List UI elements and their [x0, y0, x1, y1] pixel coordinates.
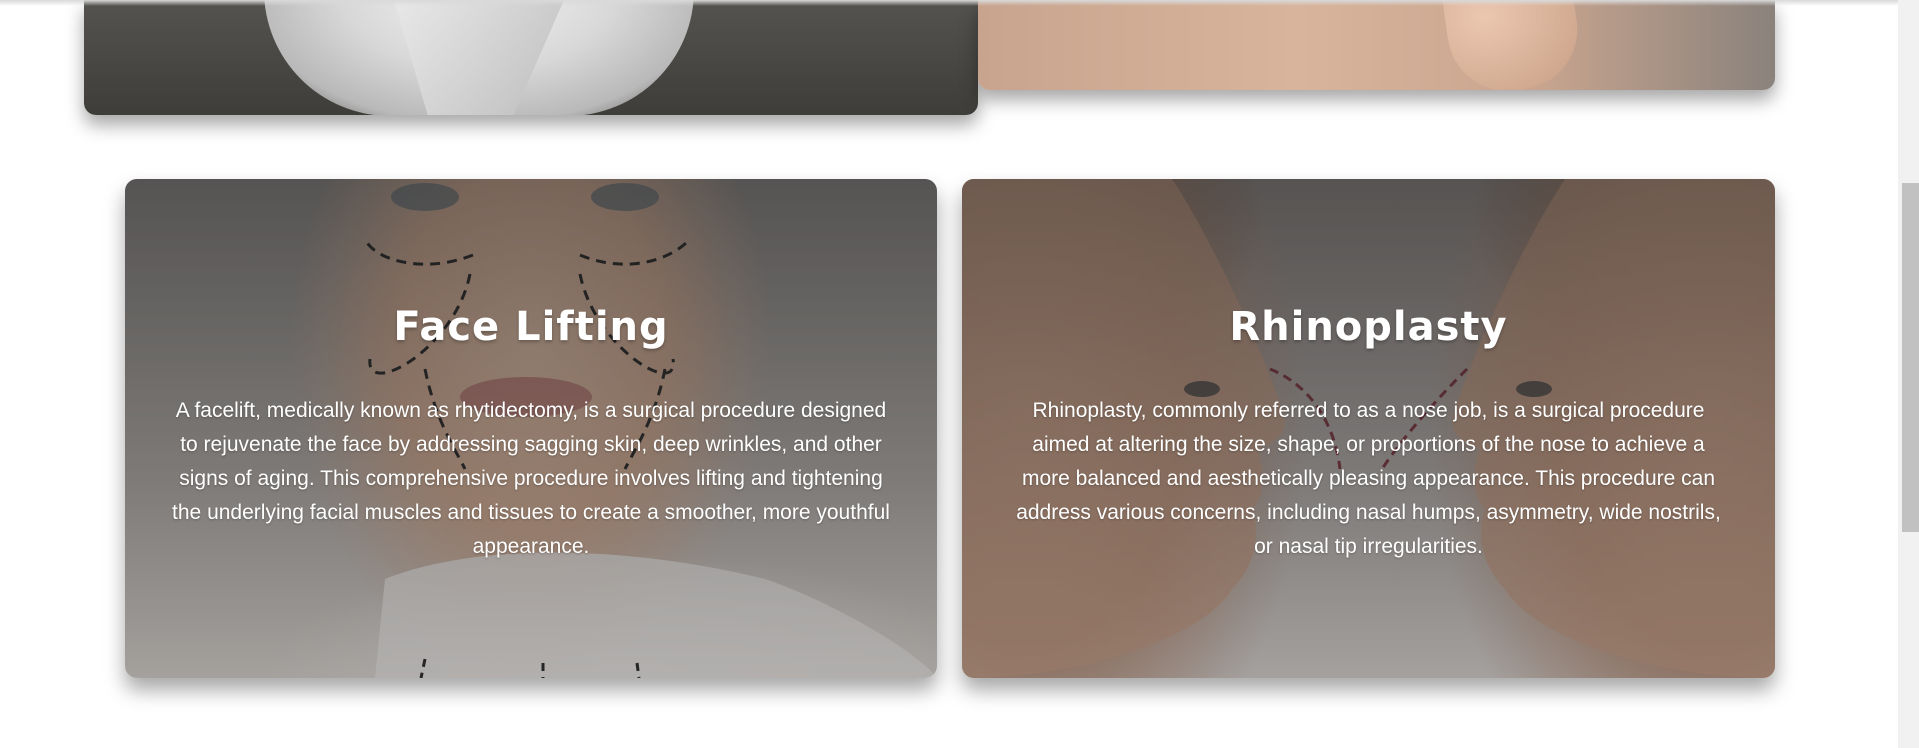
card-title: Face Lifting: [393, 304, 669, 350]
procedure-card-previous-left[interactable]: [84, 0, 978, 115]
card-content: Rhinoplasty Rhinoplasty, commonly referr…: [962, 304, 1775, 564]
card-content: Face Lifting A facelift, medically known…: [125, 304, 937, 564]
procedure-card-previous-right[interactable]: [978, 0, 1775, 90]
card-description: Rhinoplasty, commonly referred to as a n…: [1016, 399, 1721, 558]
procedure-card-face-lifting[interactable]: Face Lifting A facelift, medically known…: [125, 179, 937, 678]
header-shadow: [0, 0, 1898, 6]
hand-image: [1440, 0, 1586, 90]
card-title: Rhinoplasty: [1229, 304, 1508, 350]
card-description: A facelift, medically known as rhytidect…: [172, 399, 890, 558]
scrollbar-thumb[interactable]: [1902, 183, 1919, 532]
procedure-card-rhinoplasty[interactable]: Rhinoplasty Rhinoplasty, commonly referr…: [962, 179, 1775, 678]
